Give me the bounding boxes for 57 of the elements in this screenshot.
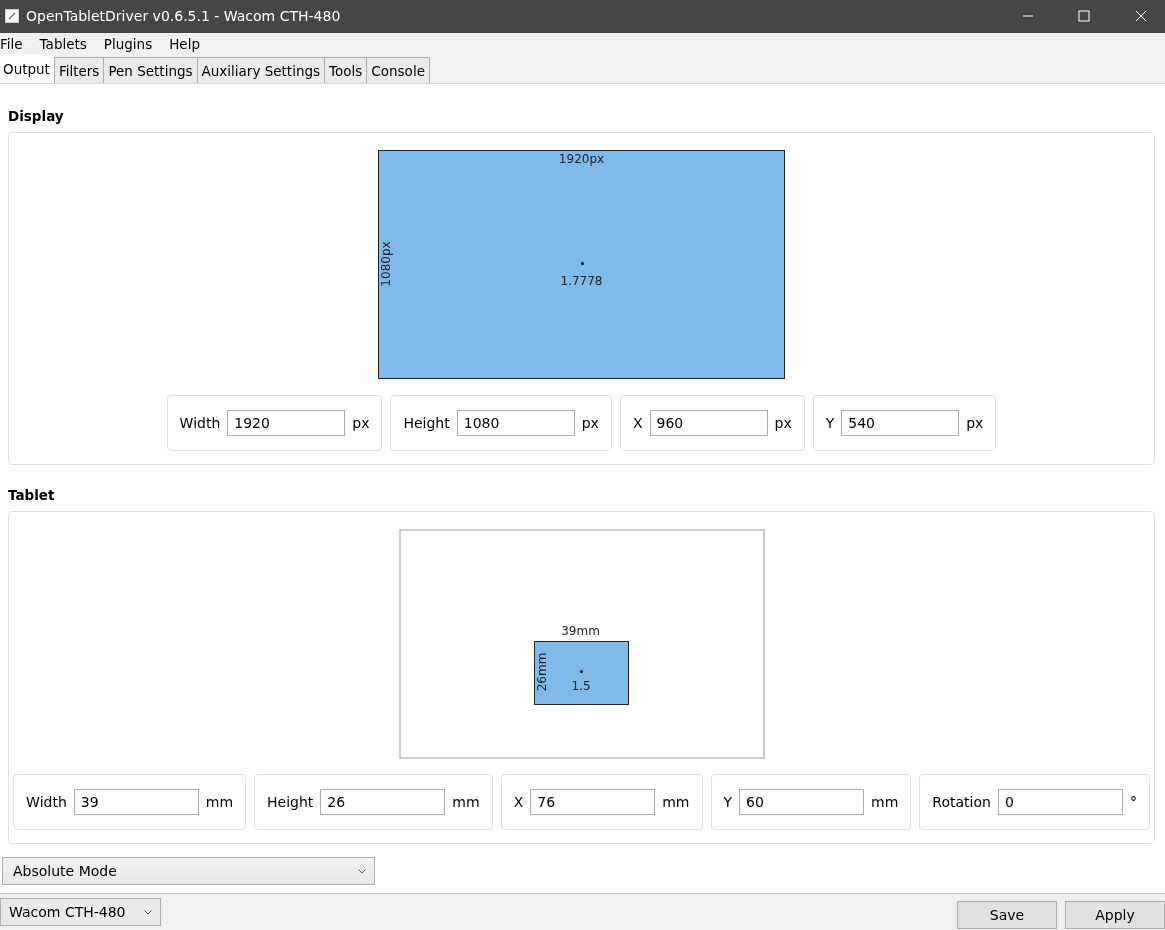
field-label: X	[632, 415, 643, 432]
center-dot	[580, 670, 583, 674]
tablet-area[interactable]: 26mm 1.5	[533, 641, 629, 706]
caret-icon	[143, 909, 152, 915]
input-field[interactable]: 960	[649, 410, 768, 437]
input-field[interactable]: 26	[320, 789, 446, 816]
unit-label: mm	[871, 794, 899, 811]
unit-label: px	[774, 415, 792, 432]
field-label: Rotation	[932, 794, 991, 811]
caret-icon	[358, 868, 366, 874]
field-label: Y	[825, 415, 835, 432]
input-field[interactable]: 76	[530, 789, 656, 816]
display-area[interactable]: 1920px 1080px 1.7778	[378, 150, 785, 380]
field-label: Width	[179, 415, 221, 432]
tab[interactable]: Auxiliary Settings	[196, 57, 326, 84]
unit-label: px	[966, 415, 984, 432]
height-label: 1080px	[378, 241, 393, 287]
menu-item[interactable]: Plugins	[103, 36, 161, 53]
tab[interactable]: Output	[0, 54, 55, 84]
field-label: Height	[403, 415, 450, 432]
tab[interactable]: Console	[366, 57, 430, 84]
menu-item[interactable]: Tablets	[39, 36, 95, 53]
width-label: 39mm	[560, 624, 601, 639]
action-button[interactable]: Apply	[1065, 901, 1165, 930]
section-heading: Display	[8, 108, 65, 125]
center-dot	[580, 261, 584, 265]
unit-label: px	[581, 415, 599, 432]
unit-label: mm	[662, 794, 690, 811]
menu-item[interactable]: File	[0, 36, 31, 53]
mode-dropdown[interactable]: Absolute Mode	[2, 857, 375, 886]
input-field[interactable]: 39	[73, 789, 199, 816]
unit-label: mm	[205, 794, 234, 811]
app-icon	[5, 9, 19, 24]
close-icon[interactable]	[1135, 10, 1147, 23]
unit-label: mm	[452, 794, 480, 811]
menu-item[interactable]: Help	[169, 36, 208, 53]
tab[interactable]: Filters	[53, 57, 105, 84]
height-label: 26mm	[534, 652, 549, 692]
field-label: Height	[267, 794, 314, 811]
unit-label: °	[1129, 794, 1137, 811]
section-heading: Tablet	[8, 487, 56, 504]
maximize-icon[interactable]	[1078, 10, 1090, 23]
field-label: X	[513, 794, 524, 811]
field-label: Width	[26, 794, 67, 811]
window-title: OpenTabletDriver v0.6.5.1 - Wacom CTH-480	[26, 8, 341, 25]
input-field[interactable]: 540	[841, 410, 960, 437]
field-label: Y	[723, 794, 733, 811]
width-label: 1920px	[557, 152, 606, 167]
input-field[interactable]: 60	[739, 789, 865, 816]
input-field[interactable]: 0	[997, 789, 1123, 816]
action-button[interactable]: Save	[957, 901, 1057, 930]
input-field[interactable]: 1920	[227, 410, 346, 437]
device-dropdown[interactable]: Wacom CTH-480	[0, 898, 161, 927]
tab[interactable]: Tools	[324, 57, 368, 84]
unit-label: px	[352, 415, 370, 432]
tab[interactable]: Pen Settings	[103, 57, 198, 84]
input-field[interactable]: 1080	[456, 410, 575, 437]
